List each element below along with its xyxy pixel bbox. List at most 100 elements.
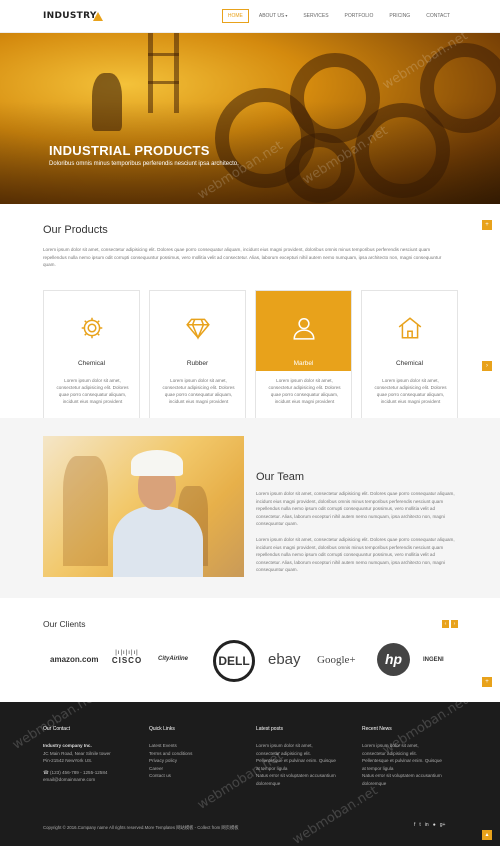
products-title: Our Products bbox=[43, 224, 108, 236]
worker-shirt bbox=[113, 506, 203, 577]
nav-home[interactable]: HOME bbox=[221, 9, 249, 23]
logo-triangle-icon bbox=[93, 12, 103, 21]
hard-hat bbox=[131, 450, 183, 476]
card-text: Lorem ipsum dolor sit amet, consectetur … bbox=[56, 378, 129, 404]
card-title: Rubber bbox=[186, 360, 209, 367]
address-line: Pin-21542 NewYork US. bbox=[43, 758, 93, 764]
address-line: JC Main Road, Near Silnile tower bbox=[43, 750, 111, 756]
phone-icon: ☎ bbox=[43, 769, 50, 775]
card-text: Lorem ipsum dolor sit amet, consectetur … bbox=[268, 378, 341, 404]
card-title: Chemical bbox=[395, 360, 424, 367]
footer-links-title: Quick Links bbox=[149, 726, 175, 732]
team-title: Our Team bbox=[256, 471, 305, 483]
nav-contact[interactable]: CONTACT bbox=[420, 9, 456, 23]
footer-latest-posts: Latest posts Lorem ipsum dolor sit amet,… bbox=[256, 726, 351, 788]
footer-links: Quick Links Latest Events Terms and cond… bbox=[149, 726, 244, 780]
card-title: Chemical bbox=[77, 360, 106, 367]
clients-title: Our Clients bbox=[43, 619, 86, 629]
product-cards: Chemical Lorem ipsum dolor sit amet, con… bbox=[43, 290, 458, 432]
facebook-icon[interactable]: f bbox=[414, 822, 415, 828]
back-to-top-icon[interactable]: ▴ bbox=[482, 830, 492, 840]
news-line[interactable]: consectetur adipisicing elit. bbox=[362, 750, 457, 758]
twitter-icon[interactable]: t bbox=[419, 822, 420, 828]
site-logo[interactable]: INDUSTRY bbox=[43, 11, 97, 21]
card-text: Lorem ipsum dolor sit amet, consectetur … bbox=[162, 378, 235, 404]
hero-banner: INDUSTRIAL PRODUCTS Doloribus omnis minu… bbox=[0, 33, 500, 204]
hero-title: INDUSTRIAL PRODUCTS bbox=[49, 143, 210, 158]
card-title: Marbel bbox=[293, 360, 314, 367]
gear-icon bbox=[44, 315, 139, 345]
nav-about[interactable]: ABOUT US▾ bbox=[253, 9, 293, 23]
copyright-text: Copyright © 2016.Company name All rights… bbox=[43, 825, 239, 830]
post-line[interactable]: Lorem ipsum dolor sit amet, bbox=[256, 742, 351, 750]
team-paragraph-2: Lorem ipsum dolor sit amet, consectetur … bbox=[256, 537, 455, 573]
footer-contact: Our Contact Industry company Inc. JC Mai… bbox=[43, 726, 138, 784]
cisco-label: CISCO bbox=[111, 656, 143, 665]
product-card[interactable]: Chemical Lorem ipsum dolor sit amet, con… bbox=[43, 290, 140, 432]
footer-link[interactable]: Latest Events bbox=[149, 742, 244, 750]
linkedin-icon[interactable]: in bbox=[425, 822, 429, 828]
post-line[interactable]: at tempor ligula bbox=[256, 765, 351, 773]
client-logo-cityairline[interactable]: CityAirline bbox=[158, 656, 188, 662]
news-line[interactable]: Natus error sit voluptatem accusantium bbox=[362, 772, 457, 780]
client-logo-ingeni[interactable]: INGENI bbox=[423, 657, 444, 663]
home-icon bbox=[362, 315, 457, 345]
footer-link[interactable]: Contact us bbox=[149, 772, 244, 780]
footer-link[interactable]: Career bbox=[149, 765, 244, 773]
footer-link[interactable]: Terms and conditions bbox=[149, 750, 244, 758]
nav-about-label: ABOUT US bbox=[258, 13, 285, 19]
card-text: Lorem ipsum dolor sit amet, consectetur … bbox=[374, 378, 447, 404]
chevron-down-icon: ▾ bbox=[285, 13, 288, 18]
main-nav: HOME ABOUT US▾ SERVICES PORTFOLIO PRICIN… bbox=[218, 9, 456, 23]
prev-arrow-icon[interactable]: ‹ bbox=[442, 620, 449, 628]
product-card[interactable]: Rubber Lorem ipsum dolor sit amet, conse… bbox=[149, 290, 246, 432]
news-line[interactable]: at tempor ligula bbox=[362, 765, 457, 773]
side-tab-plus[interactable]: + bbox=[482, 220, 492, 230]
footer-link[interactable]: Privacy policy bbox=[149, 757, 244, 765]
phone-text: (123) 456-789 - 1255-12584 bbox=[50, 769, 108, 775]
client-logo-google[interactable]: Google+ bbox=[317, 654, 356, 666]
client-logo-cisco[interactable]: |ı|ı|ı|ı| CISCO bbox=[106, 650, 148, 665]
client-logo-dell[interactable]: DELL bbox=[213, 640, 255, 682]
client-carousel-controls: ‹ › bbox=[442, 620, 458, 628]
hero-shade bbox=[0, 33, 500, 204]
post-line[interactable]: Natus error sit voluptatem accusantium bbox=[256, 772, 351, 780]
news-line[interactable]: Pellentesque et pulvinar enim. Quisque bbox=[362, 757, 457, 765]
nav-pricing[interactable]: PRICING bbox=[383, 9, 416, 23]
company-name: Industry company Inc. bbox=[43, 743, 92, 748]
email-line[interactable]: email@domainname.com bbox=[43, 776, 138, 784]
post-line[interactable]: Pellentesque et pulvinar enim. Quisque bbox=[256, 757, 351, 765]
nav-portfolio[interactable]: PORTFOLIO bbox=[339, 9, 380, 23]
team-paragraph-1: Lorem ipsum dolor sit amet, consectetur … bbox=[256, 491, 455, 527]
dribbble-icon[interactable]: ● bbox=[433, 822, 436, 828]
footer-latest-title: Latest posts bbox=[256, 726, 283, 732]
phone-line: ☎ (123) 456-789 - 1255-12584 bbox=[43, 769, 138, 777]
footer-recent-title: Recent News bbox=[362, 726, 392, 732]
client-logo-amazon[interactable]: amazon.com bbox=[50, 655, 98, 664]
news-line[interactable]: doloremque bbox=[362, 780, 457, 788]
side-tab-plus[interactable]: + bbox=[482, 677, 492, 687]
news-line[interactable]: Lorem ipsum dolor sit amet, bbox=[362, 742, 457, 750]
product-card[interactable]: Chemical Lorem ipsum dolor sit amet, con… bbox=[361, 290, 458, 432]
hero-subtitle: Doloribus omnis minus temporibus perfere… bbox=[49, 161, 239, 167]
client-logos: amazon.com |ı|ı|ı|ı| CISCO CityAirline D… bbox=[48, 640, 460, 684]
products-description: Lorem ipsum dolor sit amet, consectetur … bbox=[43, 247, 442, 268]
client-logo-ebay[interactable]: ebay bbox=[268, 651, 301, 668]
side-tab-arrow[interactable]: › bbox=[482, 361, 492, 371]
diamond-icon bbox=[150, 315, 245, 345]
team-photo bbox=[43, 436, 244, 577]
product-card-active[interactable]: Marbel Lorem ipsum dolor sit amet, conse… bbox=[255, 290, 352, 432]
post-line[interactable]: consectetur adipisicing elit. bbox=[256, 750, 351, 758]
post-line[interactable]: doloremque bbox=[256, 780, 351, 788]
next-arrow-icon[interactable]: › bbox=[451, 620, 458, 628]
google-plus-icon[interactable]: g+ bbox=[440, 822, 446, 828]
client-logo-hp[interactable]: hp bbox=[377, 643, 410, 676]
user-icon bbox=[256, 315, 351, 345]
site-header: INDUSTRY HOME ABOUT US▾ SERVICES PORTFOL… bbox=[0, 0, 500, 33]
social-links: f t in ● g+ bbox=[414, 822, 445, 828]
site-footer: Our Contact Industry company Inc. JC Mai… bbox=[0, 702, 500, 846]
footer-contact-title: Our Contact bbox=[43, 726, 70, 732]
nav-services[interactable]: SERVICES bbox=[297, 9, 334, 23]
bg-figure bbox=[63, 456, 108, 566]
footer-recent-news: Recent News Lorem ipsum dolor sit amet, … bbox=[362, 726, 457, 788]
